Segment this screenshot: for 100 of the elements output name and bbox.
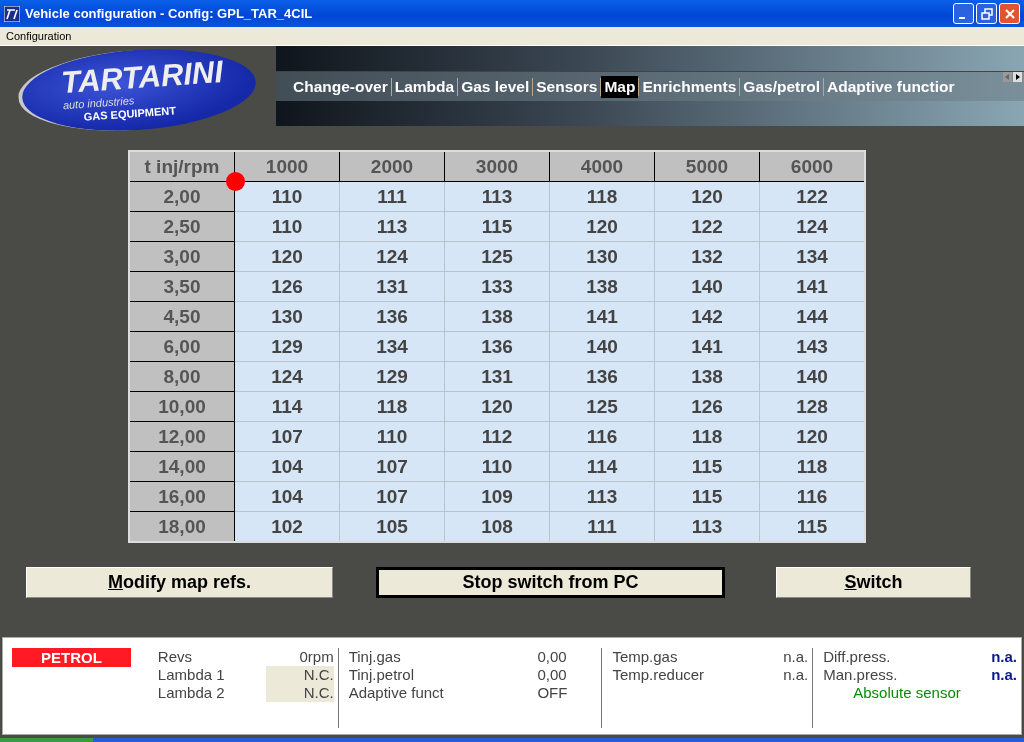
status-value: 0,00 xyxy=(537,666,568,684)
table-cell[interactable]: 118 xyxy=(759,451,865,482)
table-cell[interactable]: 136 xyxy=(339,301,445,332)
scroll-right-icon[interactable] xyxy=(1013,72,1022,82)
table-cell[interactable]: 134 xyxy=(339,331,445,362)
action-button[interactable]: Modify map refs. xyxy=(26,567,333,598)
close-button[interactable] xyxy=(999,3,1020,24)
menu-item[interactable]: Configuration xyxy=(6,30,72,42)
table-cell[interactable]: 113 xyxy=(339,211,445,242)
action-button[interactable]: Stop switch from PC xyxy=(376,567,725,598)
table-cell[interactable]: 107 xyxy=(339,451,445,482)
table-cell[interactable]: 115 xyxy=(654,451,760,482)
table-cell[interactable]: 142 xyxy=(654,301,760,332)
table-cell[interactable]: 118 xyxy=(339,391,445,422)
table-cell[interactable]: 130 xyxy=(549,241,655,272)
table-cell[interactable]: 143 xyxy=(759,331,865,362)
table-cell[interactable]: 110 xyxy=(444,451,550,482)
table-cell[interactable]: 113 xyxy=(549,481,655,512)
table-cell[interactable]: 102 xyxy=(234,511,340,542)
table-cell[interactable]: 107 xyxy=(339,481,445,512)
table-cell[interactable]: 124 xyxy=(339,241,445,272)
table-cell[interactable]: 113 xyxy=(444,181,550,212)
table-cell[interactable]: 110 xyxy=(234,211,340,242)
status-label: Adaptive funct xyxy=(348,684,444,702)
table-cell[interactable]: 141 xyxy=(654,331,760,362)
tab[interactable]: Sensors xyxy=(533,75,601,98)
table-cell[interactable]: 140 xyxy=(549,331,655,362)
table-cell[interactable]: 114 xyxy=(234,391,340,422)
table-cell[interactable]: 120 xyxy=(234,241,340,272)
tab[interactable]: Gas level xyxy=(458,75,533,98)
table-cell[interactable]: 140 xyxy=(759,361,865,392)
table-cell[interactable]: 140 xyxy=(654,271,760,302)
table-cell[interactable]: 126 xyxy=(654,391,760,422)
table-cell[interactable]: 115 xyxy=(654,481,760,512)
table-cell[interactable]: 131 xyxy=(444,361,550,392)
table-cell[interactable]: 134 xyxy=(759,241,865,272)
table-cell[interactable]: 108 xyxy=(444,511,550,542)
action-button[interactable]: Switch xyxy=(776,567,971,598)
table-cell[interactable]: 111 xyxy=(339,181,445,212)
table-cell[interactable]: 109 xyxy=(444,481,550,512)
table-cell[interactable]: 136 xyxy=(549,361,655,392)
table-cell[interactable]: 120 xyxy=(444,391,550,422)
table-cell[interactable]: 126 xyxy=(234,271,340,302)
table-cell[interactable]: 110 xyxy=(339,421,445,452)
table-cell[interactable]: 138 xyxy=(549,271,655,302)
table-cell[interactable]: 122 xyxy=(759,181,865,212)
table-cell[interactable]: 120 xyxy=(759,421,865,452)
table-cell[interactable]: 118 xyxy=(549,181,655,212)
tab[interactable]: Enrichments xyxy=(639,75,740,98)
table-cell[interactable]: 125 xyxy=(549,391,655,422)
table-cell[interactable]: 115 xyxy=(444,211,550,242)
status-value: n.a. xyxy=(991,666,1017,684)
table-cell[interactable]: 124 xyxy=(759,211,865,242)
tab[interactable]: Map xyxy=(601,75,639,98)
table-cell[interactable]: 116 xyxy=(549,421,655,452)
table-cell[interactable]: 112 xyxy=(444,421,550,452)
status-label: Tinj.gas xyxy=(348,648,401,666)
table-cell[interactable]: 128 xyxy=(759,391,865,422)
table-cell[interactable]: 111 xyxy=(549,511,655,542)
table-cell[interactable]: 107 xyxy=(234,421,340,452)
table-cell[interactable]: 131 xyxy=(339,271,445,302)
table-cell[interactable]: 138 xyxy=(444,301,550,332)
tab[interactable]: Change-over xyxy=(290,75,391,98)
table-cell[interactable]: 104 xyxy=(234,481,340,512)
table-cell[interactable]: 104 xyxy=(234,451,340,482)
table-cell[interactable]: 124 xyxy=(234,361,340,392)
status-label: Lambda 1 xyxy=(157,666,225,684)
table-cell[interactable]: 118 xyxy=(654,421,760,452)
row-header: 3,50 xyxy=(129,271,235,302)
status-value: N.C. xyxy=(265,666,334,684)
table-cell[interactable]: 116 xyxy=(759,481,865,512)
table-cell[interactable]: 129 xyxy=(234,331,340,362)
table-cell[interactable]: 125 xyxy=(444,241,550,272)
table-cell[interactable]: 132 xyxy=(654,241,760,272)
table-cell[interactable]: 130 xyxy=(234,301,340,332)
table-cell[interactable]: 113 xyxy=(654,511,760,542)
restore-button[interactable] xyxy=(976,3,997,24)
table-cell[interactable]: 114 xyxy=(549,451,655,482)
table-cell[interactable]: 144 xyxy=(759,301,865,332)
table-cell[interactable]: 141 xyxy=(759,271,865,302)
table-cell[interactable]: 141 xyxy=(549,301,655,332)
table-cell[interactable]: 120 xyxy=(549,211,655,242)
table-cell[interactable]: 129 xyxy=(339,361,445,392)
table-cell[interactable]: 115 xyxy=(759,511,865,542)
table-cell[interactable]: 120 xyxy=(654,181,760,212)
column-header: 5000 xyxy=(654,151,760,182)
tab[interactable]: Adaptive functior xyxy=(824,75,958,98)
table-cell[interactable]: 110 xyxy=(234,181,340,212)
tab[interactable]: Gas/petrol xyxy=(740,75,823,98)
table-cell[interactable]: 138 xyxy=(654,361,760,392)
row-header: 10,00 xyxy=(129,391,235,422)
table-cell[interactable]: 136 xyxy=(444,331,550,362)
status-value: n.a. xyxy=(991,648,1017,666)
minimize-button[interactable] xyxy=(953,3,974,24)
restore-icon xyxy=(980,7,993,20)
tab[interactable]: Lambda xyxy=(391,75,458,98)
fuel-mode-badge: PETROL xyxy=(12,648,131,667)
table-cell[interactable]: 133 xyxy=(444,271,550,302)
table-cell[interactable]: 105 xyxy=(339,511,445,542)
table-cell[interactable]: 122 xyxy=(654,211,760,242)
